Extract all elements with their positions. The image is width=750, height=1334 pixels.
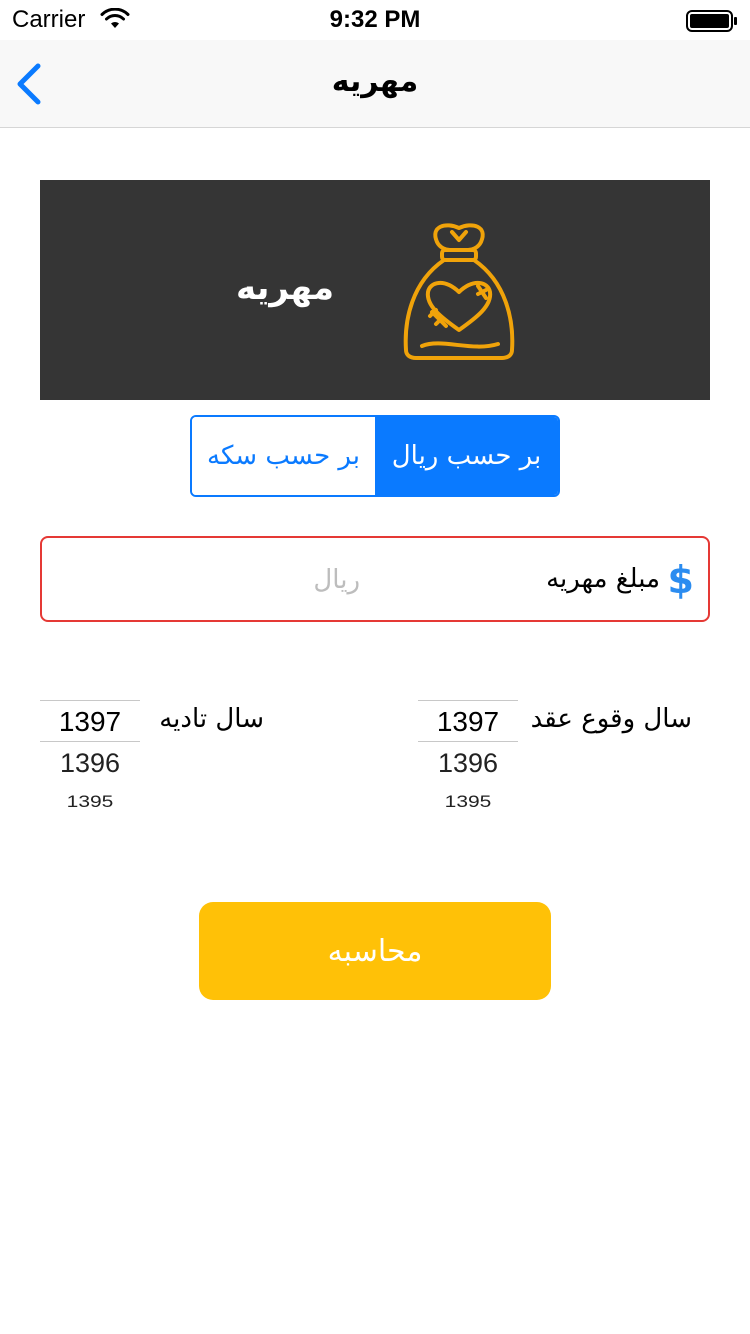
dowry-amount-field: $ مبلغ مهریه [40,536,710,622]
contract-year-label: سال وقوع عقد [530,704,692,734]
calculation-mode-segment: بر حسب سکه بر حسب ریال [190,415,560,497]
segment-by-coin[interactable]: بر حسب سکه [192,417,375,495]
contract-year-selected[interactable]: 1397 [418,700,518,742]
dollar-icon: $ [667,558,694,602]
navigation-bar: مهریه [0,40,750,128]
amount-input[interactable] [60,560,360,600]
amount-label: مبلغ مهریه [546,564,660,594]
segment-by-rial[interactable]: بر حسب ریال [375,417,558,495]
status-bar: Carrier 9:32 PM [0,0,750,40]
contract-year-option[interactable]: 1396 [418,748,518,779]
battery-icon [686,10,737,32]
contract-year-picker[interactable]: 1397 1396 1395 [418,700,518,811]
payment-year-label: سال تادیه [159,704,264,734]
banner-title: مهریه [235,268,335,308]
money-bag-heart-icon [403,223,515,360]
calculate-button[interactable]: محاسبه [199,902,551,1000]
clock: 9:32 PM [329,6,421,33]
contract-year-option[interactable]: 1395 [418,792,518,811]
header-banner: مهریه [40,180,710,400]
payment-year-option[interactable]: 1395 [40,792,140,811]
payment-year-selected[interactable]: 1397 [40,700,140,742]
payment-year-picker[interactable]: 1397 1396 1395 [40,700,140,811]
page-title: مهریه [331,64,419,99]
payment-year-option[interactable]: 1396 [40,748,140,779]
